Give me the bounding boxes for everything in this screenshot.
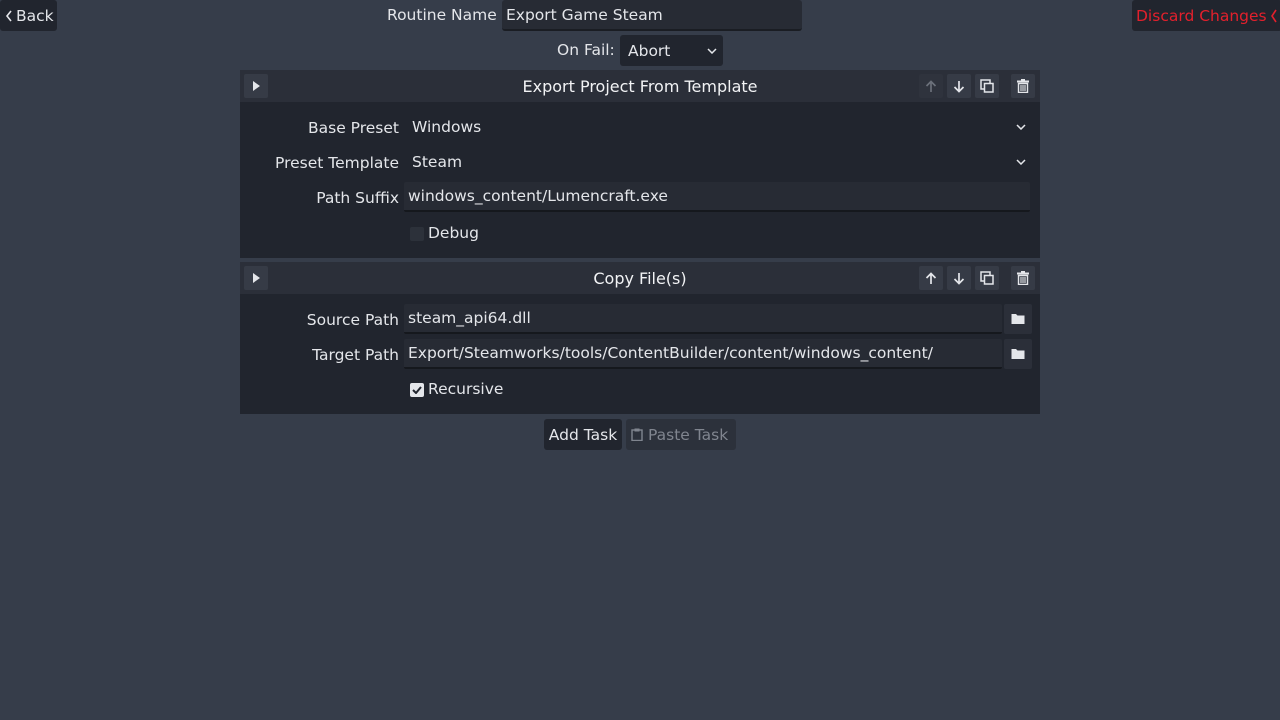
path-suffix-input[interactable]: windows_content/Lumencraft.exe (404, 182, 1030, 212)
paste-task-label: Paste Task (648, 425, 729, 444)
discard-changes-label: Discard Changes (1136, 6, 1267, 25)
chevron-down-icon (707, 47, 717, 54)
chevron-left-icon (1270, 9, 1277, 22)
preset-template-label: Preset Template (275, 154, 399, 172)
target-path-value: Export/Steamworks/tools/ContentBuilder/c… (408, 344, 933, 362)
on-fail-label: On Fail: (557, 41, 615, 59)
target-path-input[interactable]: Export/Steamworks/tools/ContentBuilder/c… (404, 339, 1002, 369)
add-task-label: Add Task (548, 425, 618, 444)
target-path-label: Target Path (312, 346, 399, 364)
routine-name-label: Routine Name (387, 6, 497, 24)
duplicate-icon (980, 271, 994, 285)
delete-task-button[interactable] (1011, 266, 1035, 290)
task-panel-copy-files: Copy File(s) Source Path steam_api64.dll… (240, 262, 1040, 414)
browse-target-button[interactable] (1004, 339, 1032, 369)
folder-icon (1011, 349, 1025, 359)
run-task-button[interactable] (244, 266, 268, 290)
add-task-button[interactable]: Add Task (544, 419, 622, 450)
move-up-button[interactable] (919, 74, 943, 98)
on-fail-select[interactable]: Abort (620, 35, 723, 66)
preset-template-value: Steam (412, 153, 463, 171)
move-up-button[interactable] (919, 266, 943, 290)
duplicate-task-button[interactable] (975, 266, 999, 290)
arrow-down-icon (953, 272, 965, 285)
preset-template-select[interactable]: Steam (404, 147, 1032, 177)
task-panel-export-project: Export Project From Template Base Preset… (240, 70, 1040, 258)
debug-checkbox[interactable] (410, 227, 424, 241)
back-button[interactable]: Back (0, 0, 57, 31)
duplicate-task-button[interactable] (975, 74, 999, 98)
duplicate-icon (980, 79, 994, 93)
chevron-down-icon (1016, 124, 1026, 130)
debug-label: Debug (428, 224, 479, 242)
trash-icon (1017, 271, 1029, 285)
arrow-down-icon (953, 80, 965, 93)
recursive-label: Recursive (428, 380, 504, 398)
move-down-button[interactable] (947, 74, 971, 98)
path-suffix-label: Path Suffix (316, 189, 399, 207)
play-icon (253, 81, 260, 91)
routine-name-value: Export Game Steam (506, 5, 663, 24)
base-preset-value: Windows (412, 118, 482, 136)
path-suffix-value: windows_content/Lumencraft.exe (408, 187, 668, 205)
paste-task-button[interactable]: Paste Task (626, 419, 736, 450)
back-label: Back (16, 6, 54, 25)
trash-icon (1017, 79, 1029, 93)
chevron-left-icon (5, 10, 12, 21)
routine-name-input[interactable]: Export Game Steam (502, 0, 802, 31)
recursive-checkbox[interactable] (410, 383, 424, 397)
play-icon (253, 273, 260, 283)
browse-source-button[interactable] (1004, 304, 1032, 334)
base-preset-select[interactable]: Windows (404, 112, 1032, 142)
arrow-up-icon (925, 271, 937, 284)
discard-changes-button[interactable]: Discard Changes (1132, 0, 1280, 31)
clipboard-icon (631, 428, 643, 441)
folder-icon (1011, 314, 1025, 324)
source-path-label: Source Path (306, 311, 399, 329)
source-path-value: steam_api64.dll (408, 309, 531, 327)
delete-task-button[interactable] (1011, 74, 1035, 98)
on-fail-value: Abort (628, 41, 671, 60)
run-task-button[interactable] (244, 74, 268, 98)
base-preset-label: Base Preset (307, 119, 399, 137)
checkmark-icon (412, 386, 422, 394)
source-path-input[interactable]: steam_api64.dll (404, 304, 1002, 334)
move-down-button[interactable] (947, 266, 971, 290)
chevron-down-icon (1016, 159, 1026, 165)
arrow-up-icon (925, 79, 937, 92)
